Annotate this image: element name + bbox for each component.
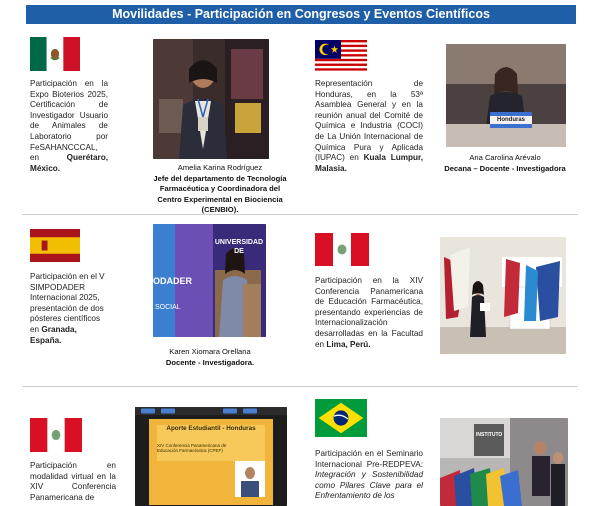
person-name: Karen Xiomara Orellana [169,347,251,356]
person-name: Ana Carolina Arévalo [469,153,541,162]
poster-line: UNIVERSIDAD [214,239,264,246]
spain-flag-icon [30,229,80,262]
row2-left-description: Participación en el V SIMPODADER Interna… [30,272,105,345]
person-role: Jefe del departamento de Tecnología Farm… [153,173,287,215]
peru-flag-icon [30,418,82,452]
photo-karen: UNIVERSIDAD DE ODADER SOCIAL [153,224,266,337]
mexico-flag-icon [30,37,80,71]
photo-virtual-slide: Aporte Estudiantil - Honduras XIV Confer… [135,407,287,506]
poster-line: DE [234,248,244,255]
malaysia-flag-icon [315,40,367,73]
sign-instituto: INSTITUTO [476,432,503,438]
brazil-flag-icon [315,399,367,437]
page-banner: Movilidades - Participación en Congresos… [26,5,576,24]
row3-left-description: Participación en modalidad virtual en la… [30,461,116,502]
row2-right-description: Participación en la XIV Conferencia Pana… [315,276,423,349]
caption-ana-carolina: Ana Carolina Arévalo Decana – Docente - … [425,153,585,174]
peru-flag-icon [315,233,369,266]
photo-amelia [153,39,269,159]
photo-ana-carolina: Honduras [446,44,566,147]
poster-text: UNIVERSIDAD DE [213,238,265,256]
row-divider [22,214,578,215]
row-divider [22,386,578,387]
row1-left-description: Participación en la Expo Bioterios 2025,… [30,79,108,173]
poster-side-text: ODADER [153,276,193,286]
caption-amelia: Amelia Karina Rodríguez Jefe del departa… [150,163,290,216]
caption-karen: Karen Xiomara Orellana Docente - Investi… [150,347,270,368]
slide-title: Aporte Estudiantil - Honduras [166,425,256,432]
slide-subtitle: XIV Conferencia Panamericana de Educació… [157,443,227,454]
person-role: Decana – Docente - Investigadora [444,163,566,173]
poster-social-text: SOCIAL [155,304,181,311]
photo-lima-event [440,237,566,354]
person-name: Amelia Karina Rodríguez [177,163,263,172]
sign-honduras: Honduras [496,117,525,123]
row3-right-description: Participación en el Seminario Internacio… [315,449,423,501]
photo-instituto-event: INSTITUTO [440,418,568,506]
person-role: Docente - Investigadora. [165,357,255,367]
row1-right-description: Representación de Honduras, en la 53ª As… [315,79,423,173]
